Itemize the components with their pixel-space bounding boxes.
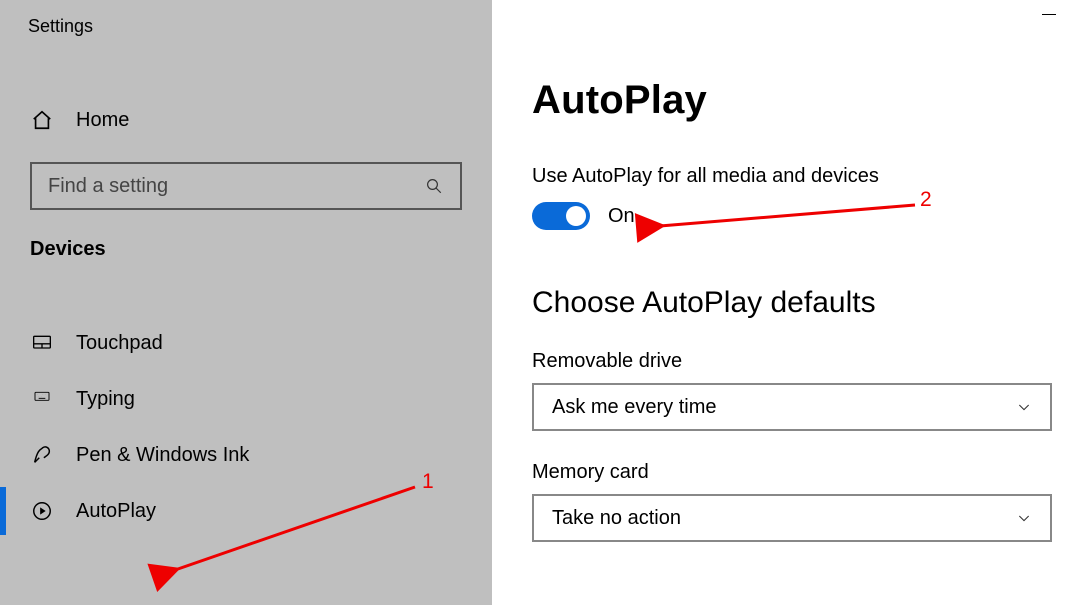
toggle-state-label: On [608,205,635,228]
annotation-label-1: 1 [422,470,434,494]
field-label-removable: Removable drive [532,350,1056,373]
sidebar-item-label: Pen & Windows Ink [76,444,249,467]
toggle-row: On [532,202,1056,230]
sidebar-item-touchpad[interactable]: Touchpad [0,315,492,371]
toggle-knob [566,206,586,226]
sidebar-item-pen[interactable]: Pen & Windows Ink [0,427,492,483]
pen-icon [30,443,54,467]
sidebar-section-label: Devices [0,238,492,261]
keyboard-icon [30,387,54,411]
sidebar-item-typing[interactable]: Typing [0,371,492,427]
annotation-label-2: 2 [920,188,932,212]
chevron-down-icon [1016,510,1032,526]
touchpad-icon [30,331,54,355]
search-icon [425,176,444,196]
dropdown-value: Ask me every time [552,396,716,419]
nav-home[interactable]: Home [0,92,492,148]
defaults-heading: Choose AutoPlay defaults [532,286,1056,320]
sidebar-item-label: Touchpad [76,332,163,355]
dropdown-removable-drive[interactable]: Ask me every time [532,383,1052,431]
chevron-down-icon [1016,399,1032,415]
window-title: Settings [0,16,492,56]
app-root: Settings Home Devices [0,0,1080,605]
dropdown-value: Take no action [552,507,681,530]
autoplay-toggle[interactable] [532,202,590,230]
page-title: AutoPlay [532,78,1056,123]
sidebar: Settings Home Devices [0,0,492,605]
sidebar-item-autoplay[interactable]: AutoPlay [0,483,492,539]
nav-home-label: Home [76,109,129,132]
autoplay-icon [30,499,54,523]
field-label-memory-card: Memory card [532,461,1056,484]
main-panel: AutoPlay Use AutoPlay for all media and … [492,0,1080,605]
sidebar-item-label: Typing [76,388,135,411]
sidebar-list: Touchpad Typing [0,315,492,539]
dropdown-memory-card[interactable]: Take no action [532,494,1052,542]
home-icon [30,108,54,132]
search-input[interactable] [48,175,425,198]
toggle-label: Use AutoPlay for all media and devices [532,165,1056,188]
sidebar-item-label: AutoPlay [76,500,156,523]
minimize-icon[interactable] [1042,14,1056,15]
search-input-wrapper[interactable] [30,162,462,210]
